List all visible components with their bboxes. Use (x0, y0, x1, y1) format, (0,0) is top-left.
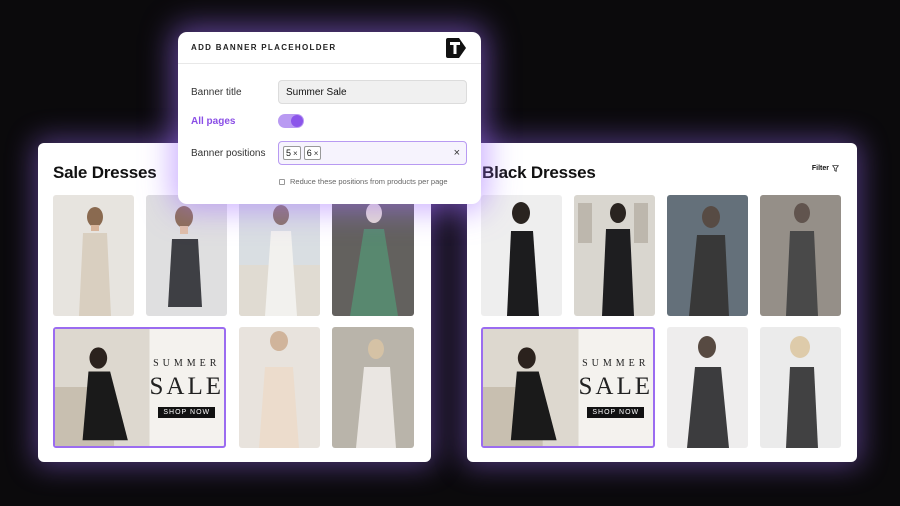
banner-line2: SALE (149, 372, 224, 400)
product-image[interactable] (481, 195, 562, 316)
summer-sale-banner[interactable]: SUMMER SALE SHOP NOW (53, 327, 226, 448)
reduce-positions-checkbox[interactable] (279, 178, 285, 185)
modal-title: ADD BANNER PLACEHOLDER (191, 43, 337, 52)
position-tag: 5 × (283, 146, 301, 160)
all-pages-label: All pages (191, 115, 236, 127)
banner-photo (483, 329, 579, 446)
banner-line1: SUMMER (582, 357, 650, 369)
product-image[interactable] (332, 327, 414, 448)
filter-button[interactable]: Filter (812, 165, 839, 172)
all-pages-toggle[interactable] (278, 114, 304, 128)
banner-positions-label: Banner positions (191, 147, 266, 159)
remove-tag-icon[interactable]: × (293, 149, 298, 158)
product-image[interactable] (53, 195, 134, 316)
position-tag: 6 × (303, 146, 322, 160)
reduce-positions-option[interactable]: Reduce these positions from products per… (279, 177, 448, 186)
modal-header: ADD BANNER PLACEHOLDER (178, 32, 481, 64)
tag-value: 6 (306, 148, 312, 158)
banner-positions-input[interactable]: 5 × 6 × × (278, 141, 467, 165)
shop-now-button[interactable]: SHOP NOW (587, 406, 645, 418)
clear-positions-icon[interactable]: × (454, 147, 460, 159)
card-title: Black Dresses (482, 163, 596, 182)
tag-value: 5 (286, 148, 292, 158)
banner-positions-row: Banner positions 5 × 6 × × (191, 141, 467, 165)
all-pages-row: All pages (191, 114, 304, 128)
product-image[interactable] (146, 195, 227, 316)
product-image[interactable] (332, 195, 414, 316)
product-image[interactable] (239, 327, 320, 448)
product-image[interactable] (574, 195, 655, 316)
remove-tag-icon[interactable]: × (314, 149, 319, 158)
summer-sale-banner[interactable]: SUMMER SALE SHOP NOW (481, 327, 655, 448)
brand-t-logo (446, 37, 466, 58)
product-image[interactable] (667, 327, 748, 448)
add-banner-modal: ADD BANNER PLACEHOLDER Banner title Summ… (178, 32, 481, 204)
banner-line2: SALE (578, 372, 653, 400)
toggle-knob (291, 115, 303, 127)
filter-label: Filter (811, 165, 829, 172)
card-title: Sale Dresses (53, 163, 157, 182)
product-image[interactable] (667, 195, 748, 316)
funnel-icon (832, 165, 839, 172)
banner-title-label: Banner title (191, 86, 242, 98)
banner-title-input[interactable]: Summer Sale (278, 80, 467, 104)
banner-title-row: Banner title Summer Sale (191, 80, 467, 104)
shop-now-button[interactable]: SHOP NOW (158, 406, 216, 418)
product-image[interactable] (239, 195, 320, 316)
banner-line1: SUMMER (153, 357, 221, 369)
black-dresses-card: Black Dresses Filter SUMMER SALE SHOP NO… (467, 143, 857, 462)
reduce-positions-label: Reduce these positions from products per… (290, 177, 448, 186)
product-image[interactable] (760, 327, 841, 448)
product-image[interactable] (760, 195, 841, 316)
banner-photo (55, 329, 150, 446)
